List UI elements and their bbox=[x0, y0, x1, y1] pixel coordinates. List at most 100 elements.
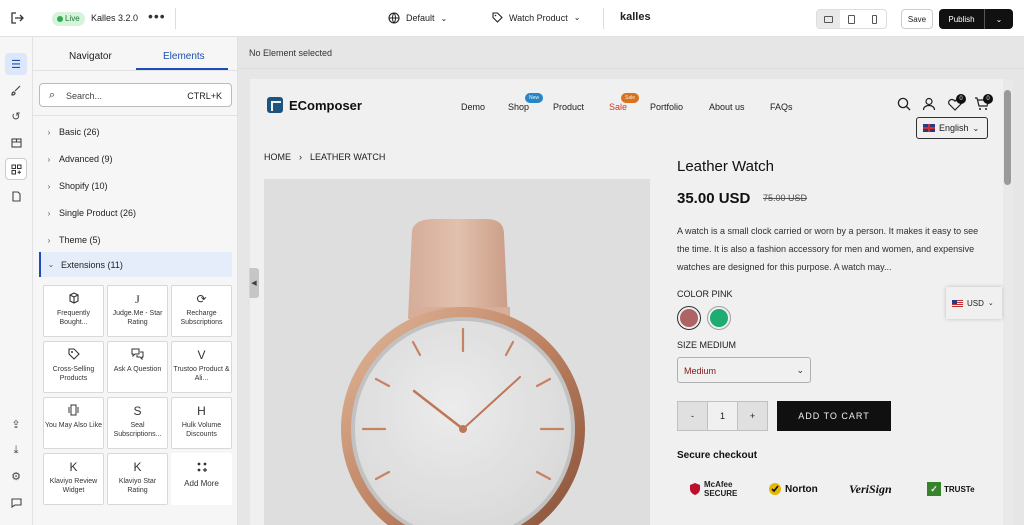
product-title: Leather Watch bbox=[677, 158, 774, 175]
view-select[interactable]: Default ⌄ bbox=[388, 12, 447, 24]
element-tile[interactable]: V Trustoo Product & Ali... bbox=[171, 341, 232, 393]
desktop-view-icon[interactable] bbox=[817, 10, 840, 28]
nav-sale[interactable]: Sale bbox=[609, 102, 627, 112]
norton-check-icon bbox=[769, 483, 781, 495]
truste-check-icon: ✓ bbox=[927, 482, 941, 496]
language-select[interactable]: English ⌄ bbox=[916, 117, 988, 139]
breadcrumb: HOME › LEATHER WATCH bbox=[264, 152, 385, 162]
template-select[interactable]: Watch Product ⌄ bbox=[492, 12, 580, 23]
seal-icon: S bbox=[133, 404, 142, 418]
product-image[interactable] bbox=[264, 179, 650, 525]
nav-product[interactable]: Product bbox=[553, 102, 584, 112]
package-icon[interactable] bbox=[5, 131, 27, 153]
qty-plus-button[interactable]: + bbox=[738, 402, 767, 430]
element-tile[interactable]: Ask A Question bbox=[107, 341, 168, 393]
layers-icon[interactable]: ☰ bbox=[5, 53, 27, 75]
add-to-cart-button[interactable]: ADD TO CART bbox=[777, 401, 891, 431]
nav-portfolio[interactable]: Portfolio bbox=[650, 102, 683, 112]
publish-label: Publish bbox=[948, 14, 975, 24]
elements-icon[interactable] bbox=[5, 158, 27, 180]
element-tile[interactable]: You May Also Like bbox=[43, 397, 104, 449]
size-select-value: Medium bbox=[684, 366, 717, 376]
chevron-down-icon[interactable]: ⌄ bbox=[984, 9, 1013, 29]
qty-minus-button[interactable]: - bbox=[678, 402, 707, 430]
nav-faqs[interactable]: FAQs bbox=[770, 102, 793, 112]
chevron-right-icon: › bbox=[47, 181, 51, 191]
account-icon[interactable] bbox=[920, 95, 938, 113]
tile-label: Frequently Bought... bbox=[56, 310, 91, 326]
nav-demo[interactable]: Demo bbox=[461, 102, 485, 112]
category-shopify[interactable]: › Shopify (10) bbox=[39, 175, 232, 197]
breadcrumb-home[interactable]: HOME bbox=[264, 152, 291, 162]
swatch-green[interactable] bbox=[707, 306, 731, 330]
divider bbox=[33, 115, 238, 116]
element-tile[interactable]: J Judge.Me - Star Rating bbox=[107, 285, 168, 337]
nav-about[interactable]: About us bbox=[709, 102, 745, 112]
cart-count: 0 bbox=[983, 94, 993, 104]
element-tile[interactable]: K Klaviyo Star Rating bbox=[107, 453, 168, 505]
tile-label: Cross-Selling Products bbox=[52, 366, 95, 382]
tile-label: Seal Subscriptions... bbox=[113, 422, 162, 438]
tab-elements[interactable]: Elements bbox=[163, 51, 205, 62]
tab-navigator[interactable]: Navigator bbox=[69, 51, 112, 62]
compare-price: 75.00 USD bbox=[763, 193, 808, 203]
element-tile[interactable]: S Seal Subscriptions... bbox=[107, 397, 168, 449]
page-icon[interactable] bbox=[5, 185, 27, 207]
more-options-icon[interactable]: ••• bbox=[148, 8, 166, 24]
gear-icon[interactable]: ⚙ bbox=[5, 465, 27, 487]
category-theme[interactable]: › Theme (5) bbox=[39, 229, 232, 251]
history-icon[interactable]: ↺ bbox=[5, 105, 27, 127]
uk-flag-icon bbox=[923, 124, 935, 132]
category-basic[interactable]: › Basic (26) bbox=[39, 121, 232, 143]
chat-icon[interactable] bbox=[5, 491, 27, 513]
download-icon[interactable]: ⤓ bbox=[5, 439, 27, 461]
element-tile[interactable]: Frequently Bought... bbox=[43, 285, 104, 337]
brush-icon[interactable] bbox=[5, 79, 27, 101]
live-badge: Live bbox=[52, 12, 85, 26]
sale-badge: Sale bbox=[621, 93, 640, 103]
chevron-down-icon: ⌄ bbox=[796, 365, 804, 375]
breadcrumb-current: LEATHER WATCH bbox=[310, 152, 386, 162]
exit-icon[interactable] bbox=[8, 9, 26, 27]
truste-badge: ✓ TRUSTe bbox=[927, 476, 975, 502]
collapse-panel-icon[interactable]: ◀ bbox=[249, 268, 259, 298]
currency-select[interactable]: USD ⌄ bbox=[946, 287, 1002, 319]
element-tile[interactable]: Cross-Selling Products bbox=[43, 341, 104, 393]
divider bbox=[175, 8, 176, 29]
category-advanced[interactable]: › Advanced (9) bbox=[39, 148, 232, 170]
swatch-pink[interactable] bbox=[677, 306, 701, 330]
search-placeholder: Search... bbox=[66, 91, 103, 101]
mcafee-badge: McAfee SECURE bbox=[689, 476, 744, 502]
tile-label: Klaviyo Star Rating bbox=[118, 478, 157, 494]
language-label: English bbox=[939, 123, 969, 133]
save-button[interactable]: Save bbox=[901, 9, 933, 29]
scrollbar-thumb[interactable] bbox=[1004, 90, 1011, 185]
nav-shop[interactable]: Shop bbox=[508, 102, 529, 112]
element-tile[interactable]: K Klaviyo Review Widget bbox=[43, 453, 104, 505]
upload-icon[interactable]: ⇪ bbox=[5, 413, 27, 435]
search-input[interactable]: ⌕ Search... CTRL+K bbox=[39, 83, 232, 107]
divider bbox=[33, 70, 238, 71]
store-logo[interactable]: EComposer bbox=[267, 97, 362, 113]
top-bar: Live Kalles 3.2.0 ••• Default ⌄ Watch Pr… bbox=[0, 0, 1024, 37]
tile-label: You May Also Like bbox=[45, 422, 102, 429]
search-shortcut: CTRL+K bbox=[187, 91, 222, 101]
publish-button[interactable]: Publish ⌄ bbox=[939, 9, 1013, 29]
mobile-view-icon[interactable] bbox=[863, 10, 886, 28]
size-select[interactable]: Medium ⌄ bbox=[677, 357, 811, 383]
category-extensions[interactable]: ⌄ Extensions (11) bbox=[39, 252, 232, 277]
category-single-product[interactable]: › Single Product (26) bbox=[39, 202, 232, 224]
mcafee-shield-icon bbox=[690, 483, 700, 495]
search-icon[interactable] bbox=[895, 95, 913, 113]
klaviyo-icon: K bbox=[69, 460, 78, 474]
tablet-view-icon[interactable] bbox=[840, 10, 863, 28]
element-tile[interactable]: ⟳ Recharge Subscriptions bbox=[171, 285, 232, 337]
element-tile[interactable]: H Hulk Volume Discounts bbox=[171, 397, 232, 449]
qty-input[interactable]: 1 bbox=[707, 402, 738, 430]
add-more-tile[interactable]: Add More bbox=[171, 453, 232, 505]
cards-icon bbox=[44, 404, 103, 418]
quantity-stepper: - 1 + bbox=[677, 401, 768, 431]
device-switcher bbox=[816, 9, 887, 29]
divider bbox=[603, 8, 604, 29]
tile-label: Hulk Volume Discounts bbox=[181, 422, 222, 438]
